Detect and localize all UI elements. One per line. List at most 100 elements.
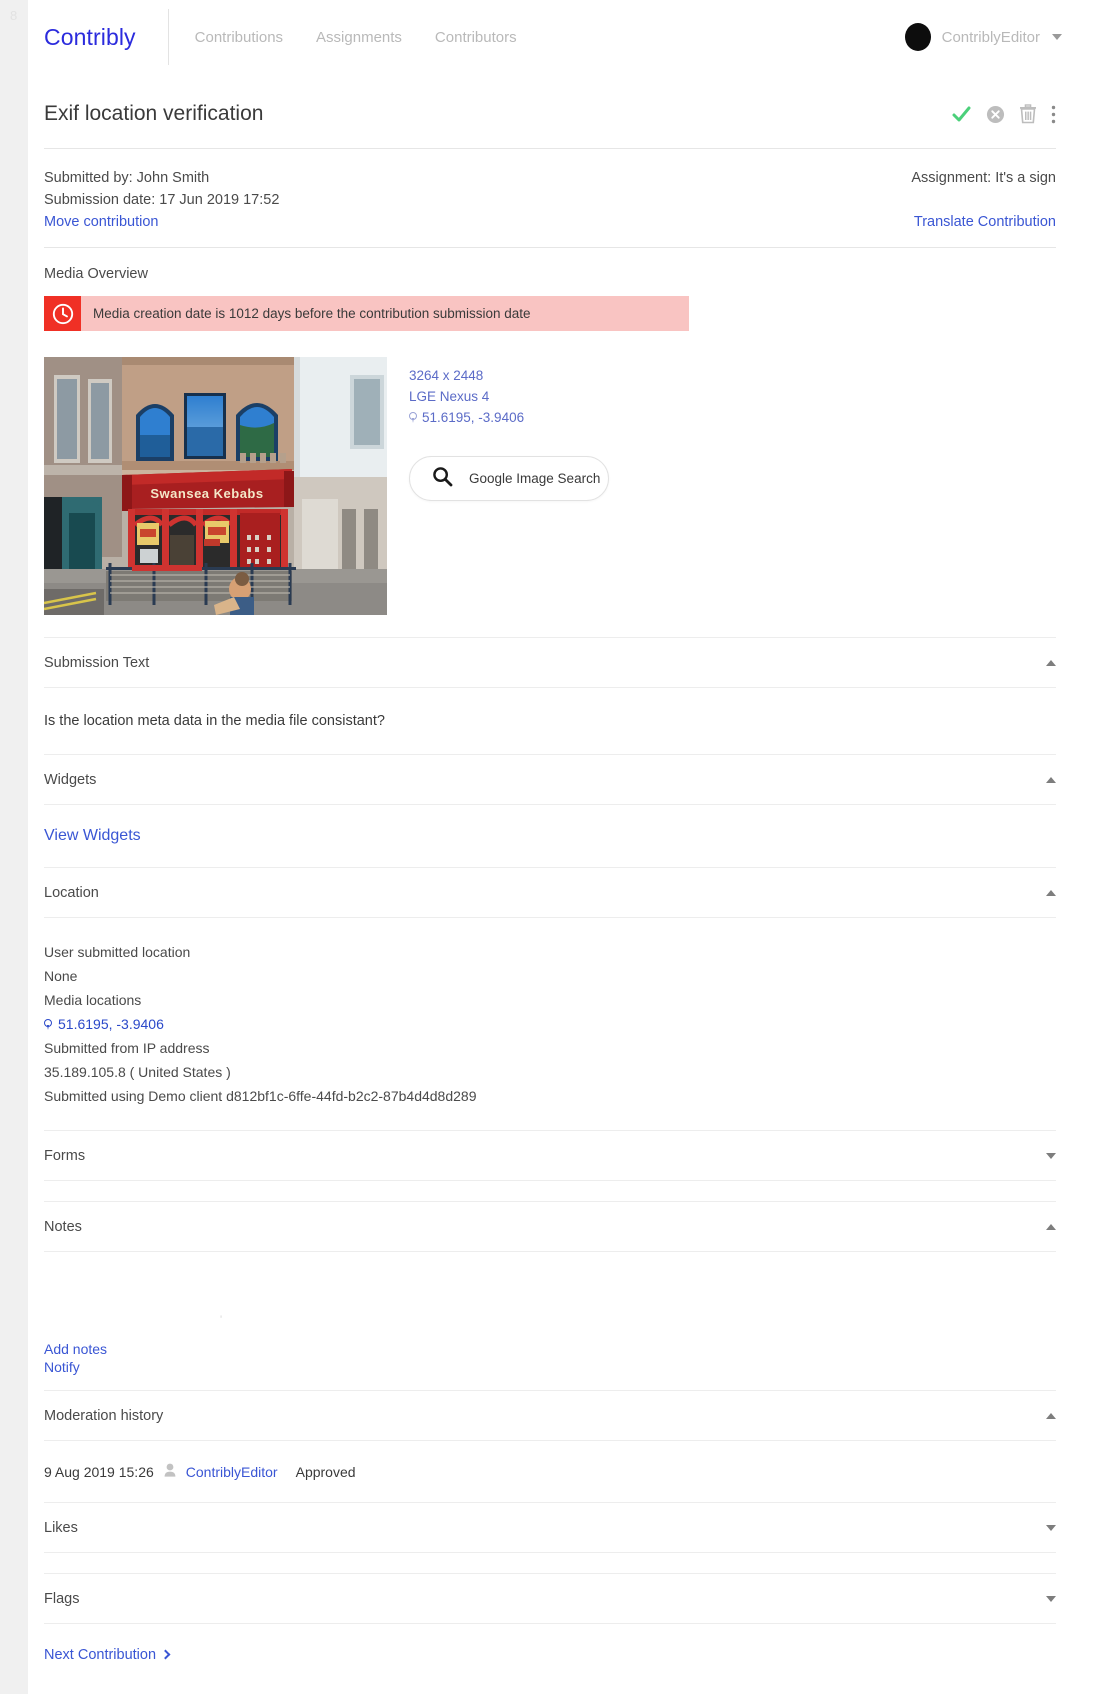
section-header-likes[interactable]: Likes xyxy=(44,1503,1056,1552)
user-name: ContriblyEditor xyxy=(941,28,1040,46)
section-header-submission-text[interactable]: Submission Text xyxy=(44,638,1056,687)
section-title-forms: Forms xyxy=(44,1148,86,1164)
delete-trash-icon[interactable] xyxy=(1019,104,1037,124)
section-header-flags[interactable]: Flags xyxy=(44,1574,1056,1623)
section-body-location: User submitted location None Media locat… xyxy=(44,918,1056,1130)
search-icon xyxy=(432,466,453,492)
assignment-label: Assignment: It's a sign xyxy=(911,170,1056,186)
chevron-up-icon[interactable] xyxy=(1046,1413,1056,1419)
google-image-search-button[interactable]: Google Image Search xyxy=(409,456,609,501)
nav-link-contributions[interactable]: Contributions xyxy=(195,29,283,46)
media-device-row: LGE Nexus 4 xyxy=(409,386,609,407)
next-contribution-link[interactable]: Next Contribution xyxy=(44,1647,171,1663)
section-title-moderation-history: Moderation history xyxy=(44,1408,164,1424)
moderation-status: Approved xyxy=(295,1463,356,1480)
location-pin-icon xyxy=(409,412,417,423)
main-content: Exif location verification Submitted by:… xyxy=(28,74,1100,1694)
nav-divider xyxy=(167,9,169,65)
chevron-up-icon[interactable] xyxy=(1046,660,1056,666)
section-body-submission-text: Is the location meta data in the media f… xyxy=(44,688,1056,754)
content-sheet: Contribly Contributions Assignments Cont… xyxy=(28,0,1100,1694)
chevron-up-icon[interactable] xyxy=(1046,1224,1056,1230)
submitted-by: Submitted by: John Smith xyxy=(44,170,210,186)
notes-artifact: ' xyxy=(220,1314,223,1326)
section-body-notes: ' xyxy=(44,1252,1056,1340)
section-title-submission-text: Submission Text xyxy=(44,655,150,671)
moderation-user-link[interactable]: ContriblyEditor xyxy=(186,1464,278,1480)
reject-circle-x-icon[interactable] xyxy=(986,105,1005,124)
media-device: LGE Nexus 4 xyxy=(409,389,490,404)
section-body-widgets: View Widgets xyxy=(44,805,1056,867)
notes-links: Add notes Notify xyxy=(44,1340,1056,1390)
next-contribution-label: Next Contribution xyxy=(44,1647,157,1663)
left-gutter: 8 xyxy=(0,0,28,1607)
view-widgets-link[interactable]: View Widgets xyxy=(44,827,141,844)
moderation-date: 9 Aug 2019 15:26 xyxy=(44,1463,154,1480)
ip-address-value: 35.189.105.8 ( United States ) xyxy=(44,1064,231,1080)
meta-row-links: Move contribution Translate Contribution xyxy=(44,211,1056,233)
location-pin-icon xyxy=(44,1018,52,1030)
section-header-location[interactable]: Location xyxy=(44,868,1056,917)
media-locations-label: Media locations xyxy=(44,992,142,1008)
media-coordinates-row: 51.6195, -3.9406 xyxy=(409,407,609,428)
section-header-widgets[interactable]: Widgets xyxy=(44,755,1056,804)
notify-link[interactable]: Notify xyxy=(44,1358,1056,1376)
section-body-likes xyxy=(44,1553,1056,1573)
page-title: Exif location verification xyxy=(44,102,264,125)
title-actions xyxy=(951,104,1056,125)
submission-text-value: Is the location meta data in the media f… xyxy=(44,713,385,729)
submission-date: Submission date: 17 Jun 2019 17:52 xyxy=(44,192,280,208)
section-title-flags: Flags xyxy=(44,1591,80,1607)
section-title-notes: Notes xyxy=(44,1219,82,1235)
chevron-down-icon[interactable] xyxy=(1046,1596,1056,1602)
section-title-widgets: Widgets xyxy=(44,772,97,788)
user-menu[interactable]: ContriblyEditor xyxy=(904,23,1084,51)
move-contribution-link[interactable]: Move contribution xyxy=(44,211,158,233)
client-line: Submitted using Demo client d812bf1c-6ff… xyxy=(44,1088,477,1104)
chevron-right-icon xyxy=(160,1649,171,1660)
media-location-value: 51.6195, -3.9406 xyxy=(58,1016,164,1032)
section-header-moderation-history[interactable]: Moderation history xyxy=(44,1391,1056,1440)
avatar xyxy=(904,23,931,51)
nav-link-assignments[interactable]: Assignments xyxy=(316,29,402,46)
person-icon xyxy=(164,1463,176,1480)
svg-text:Swansea Kebabs: Swansea Kebabs xyxy=(150,486,263,501)
chevron-up-icon[interactable] xyxy=(1046,890,1056,896)
translate-contribution-link[interactable]: Translate Contribution xyxy=(914,211,1056,233)
google-image-search-label: Google Image Search xyxy=(469,471,601,486)
media-dimensions-row: 3264 x 2448 xyxy=(409,365,609,386)
meta-row-submitter: Submitted by: John Smith Assignment: It'… xyxy=(44,167,1056,189)
chevron-down-icon[interactable] xyxy=(1046,1153,1056,1159)
chevron-down-icon[interactable] xyxy=(1046,1525,1056,1531)
moderation-history-row: 9 Aug 2019 15:26 ContriblyEditor Approve… xyxy=(44,1441,1056,1502)
section-body-forms xyxy=(44,1181,1056,1201)
media-location-link[interactable]: 51.6195, -3.9406 xyxy=(44,1012,1056,1036)
media-coordinates: 51.6195, -3.9406 xyxy=(422,410,525,425)
top-navbar: Contribly Contributions Assignments Cont… xyxy=(28,0,1100,74)
next-contribution-row: Next Contribution xyxy=(44,1624,1056,1694)
more-vertical-icon[interactable] xyxy=(1051,105,1056,124)
section-header-forms[interactable]: Forms xyxy=(44,1131,1056,1180)
user-submitted-location-label: User submitted location xyxy=(44,944,191,960)
section-title-location: Location xyxy=(44,885,99,901)
section-title-likes: Likes xyxy=(44,1520,78,1536)
title-row: Exif location verification xyxy=(44,74,1056,148)
chevron-up-icon[interactable] xyxy=(1046,777,1056,783)
clock-alert-icon xyxy=(44,296,81,331)
media-block: Swansea Kebabs 3264 x 2448 LGE Nexus 4 5… xyxy=(44,357,1056,637)
media-date-alert: Media creation date is 1012 days before … xyxy=(44,296,689,331)
media-thumbnail[interactable]: Swansea Kebabs xyxy=(44,357,387,615)
media-dimensions: 3264 x 2448 xyxy=(409,368,484,383)
chevron-down-icon[interactable] xyxy=(1052,34,1062,40)
ip-address-label: Submitted from IP address xyxy=(44,1040,210,1056)
user-submitted-location-value: None xyxy=(44,968,78,984)
brand-logo[interactable]: Contribly xyxy=(28,24,168,51)
approve-check-icon[interactable] xyxy=(951,104,972,125)
gutter-mark: 8 xyxy=(10,8,18,23)
section-header-notes[interactable]: Notes xyxy=(44,1202,1056,1251)
media-info: 3264 x 2448 LGE Nexus 4 51.6195, -3.9406 xyxy=(409,357,609,615)
nav-link-contributors[interactable]: Contributors xyxy=(435,29,517,46)
media-date-alert-text: Media creation date is 1012 days before … xyxy=(93,306,531,321)
page-root: 8 Contribly Contributions Assignments Co… xyxy=(0,0,1100,1694)
add-notes-link[interactable]: Add notes xyxy=(44,1340,1056,1358)
